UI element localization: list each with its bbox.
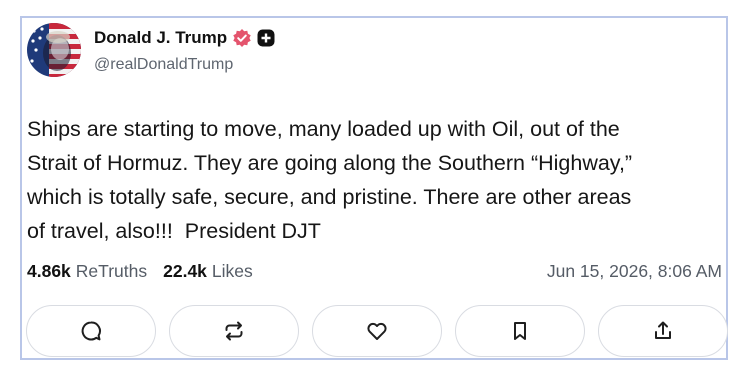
retruth-icon <box>222 319 246 343</box>
bookmark-icon <box>508 319 532 343</box>
retruths-stat[interactable]: 4.86k ReTruths <box>27 261 147 282</box>
author-handle[interactable]: @realDonaldTrump <box>94 56 233 74</box>
likes-stat[interactable]: 22.4k Likes <box>163 261 253 282</box>
share-button[interactable] <box>598 305 728 357</box>
post-timestamp[interactable]: Jun 15, 2026, 8:06 AM <box>547 261 722 282</box>
retruths-count: 4.86k <box>27 260 71 281</box>
post-card: Donald J. Trump @realDonaldTrump Ships a… <box>20 16 728 360</box>
reply-icon <box>79 319 103 343</box>
avatar[interactable] <box>27 23 81 77</box>
verified-badge-icon <box>232 28 252 48</box>
retruth-button[interactable] <box>169 305 299 357</box>
bookmark-button[interactable] <box>455 305 585 357</box>
heart-icon <box>365 319 389 343</box>
retruths-label: ReTruths <box>75 260 148 281</box>
post-text: Ships are starting to move, many loaded … <box>27 117 633 243</box>
plus-badge-icon <box>257 29 275 47</box>
likes-label: Likes <box>211 260 253 281</box>
display-name[interactable]: Donald J. Trump <box>94 28 227 48</box>
like-button[interactable] <box>312 305 442 357</box>
author-name-row: Donald J. Trump <box>94 27 275 49</box>
action-bar <box>26 305 728 359</box>
reply-button[interactable] <box>26 305 156 357</box>
post-stats: 4.86k ReTruths 22.4k Likes Jun 15, 2026, 8… <box>27 258 722 284</box>
share-icon <box>651 319 675 343</box>
likes-count: 22.4k <box>163 260 207 281</box>
